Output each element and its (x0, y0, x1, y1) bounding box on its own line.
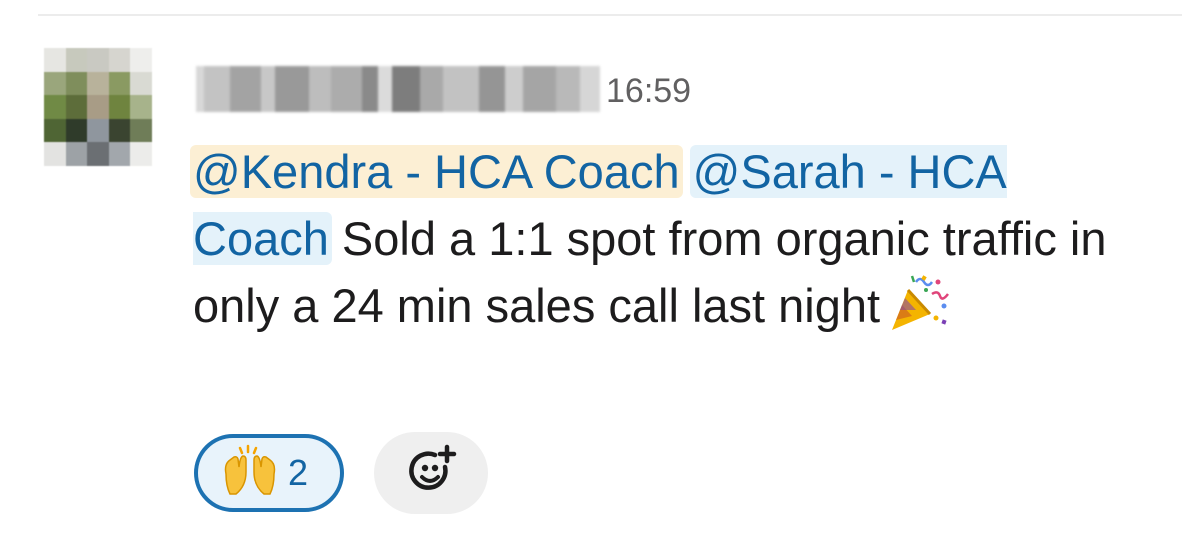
party-popper-icon (886, 272, 952, 334)
add-reaction-button[interactable] (374, 432, 488, 514)
raising-hands-icon (220, 444, 280, 502)
reaction-count: 2 (288, 452, 309, 493)
message-timestamp[interactable]: 16:59 (606, 71, 691, 111)
message-text: Sold a 1:1 spot from organic traffic in … (193, 212, 1107, 332)
avatar[interactable] (44, 48, 152, 166)
add-reaction-icon (401, 441, 461, 506)
reaction-raising-hands[interactable]: 2 (194, 434, 344, 512)
message-divider (38, 14, 1182, 16)
message-body: @Kendra - HCA Coach @Sarah - HCA Coach S… (190, 138, 1153, 339)
sender-name[interactable] (196, 66, 600, 112)
mention-kendra[interactable]: @Kendra - HCA Coach (190, 145, 683, 198)
